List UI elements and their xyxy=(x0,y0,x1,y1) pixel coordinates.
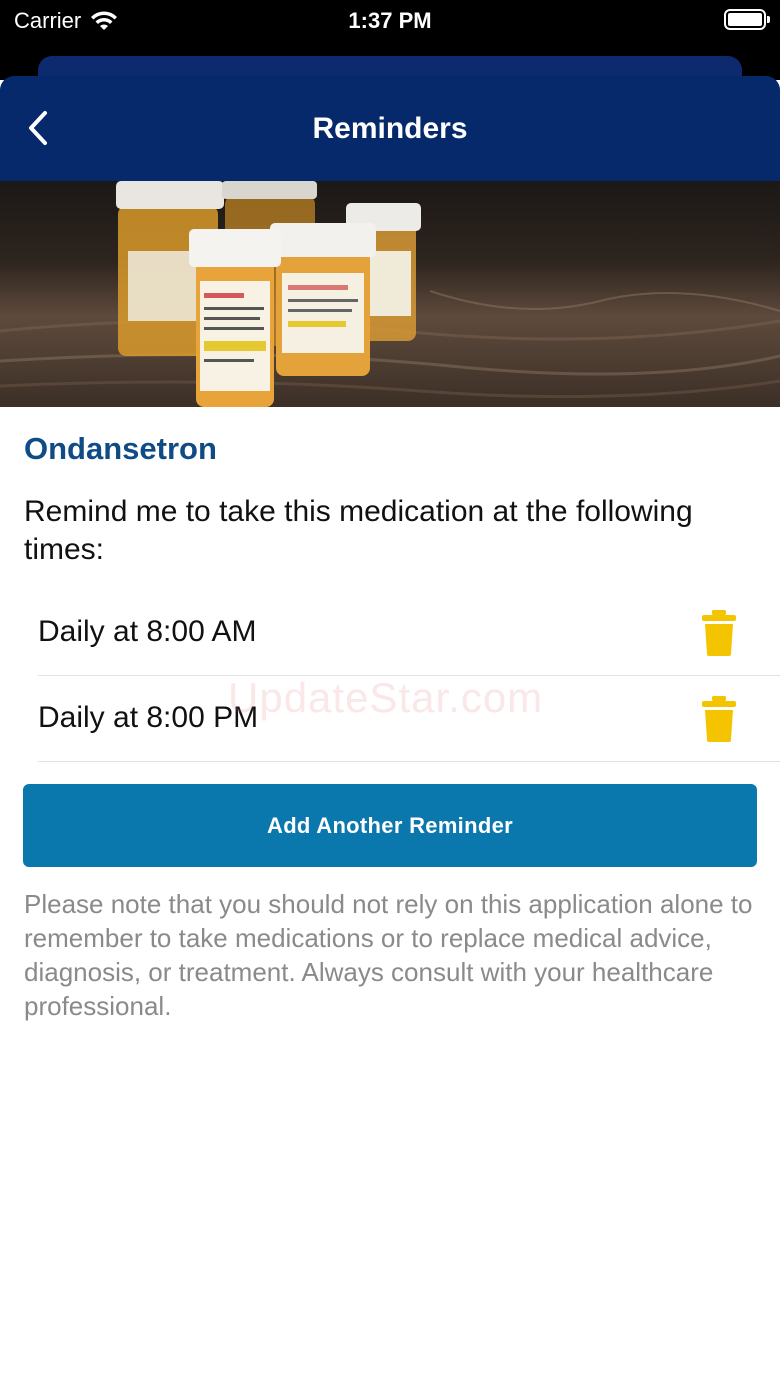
navigation-bar: Reminders xyxy=(0,76,780,181)
medication-name: Ondansetron xyxy=(24,431,217,466)
trash-icon[interactable] xyxy=(702,696,736,742)
reminder-row[interactable]: Daily at 8:00 PM xyxy=(38,676,780,762)
clock: 1:37 PM xyxy=(348,8,432,33)
page-title: Reminders xyxy=(312,112,468,145)
reminder-instructions: Remind me to take this medication at the… xyxy=(24,495,693,566)
reminder-time-label: Daily at 8:00 PM xyxy=(38,701,259,734)
reminder-list: Daily at 8:00 AM Daily at 8:00 PM xyxy=(0,590,780,762)
pill-bottles-illustration xyxy=(0,181,780,407)
reminder-time-label: Daily at 8:00 AM xyxy=(38,615,257,648)
disclaimer-text: Please note that you should not rely on … xyxy=(24,889,753,1021)
reminder-row[interactable]: Daily at 8:00 AM xyxy=(38,590,780,676)
add-reminder-button[interactable]: Add Another Reminder xyxy=(23,784,757,867)
medication-hero-image xyxy=(0,181,780,407)
trash-icon[interactable] xyxy=(702,610,736,656)
battery-icon xyxy=(724,9,770,30)
